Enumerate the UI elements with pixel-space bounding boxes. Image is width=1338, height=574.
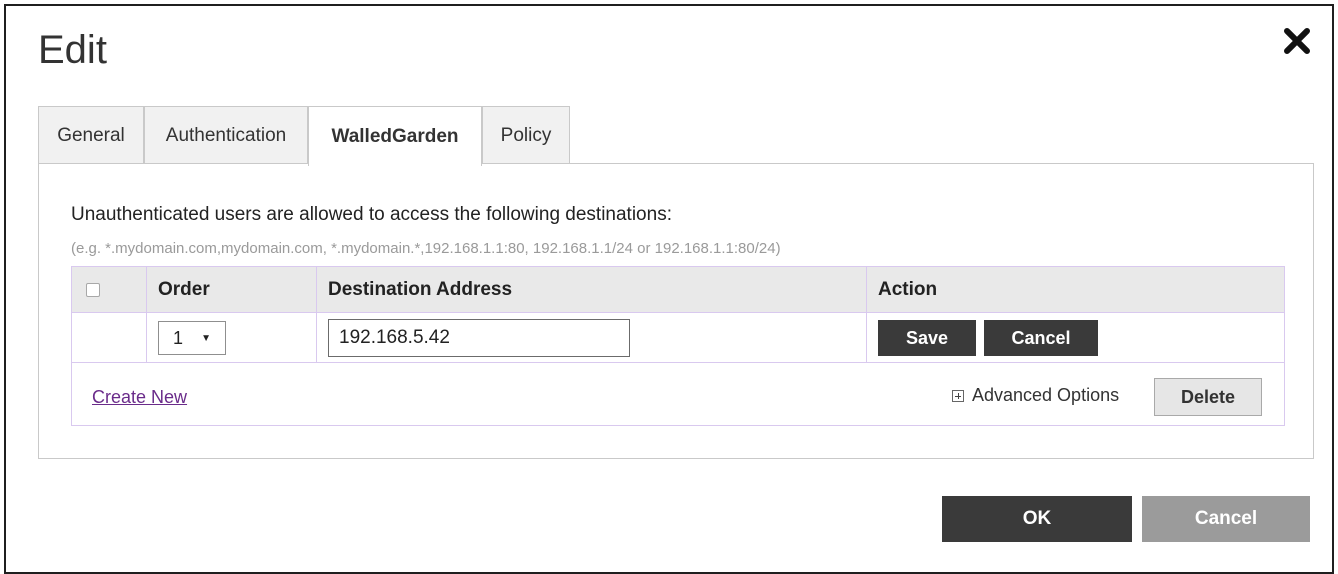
dialog-title: Edit — [38, 28, 107, 72]
create-new-link[interactable]: Create New — [92, 387, 187, 408]
advanced-options-toggle[interactable]: Advanced Options — [952, 385, 1119, 406]
edit-dialog: Edit General Authentication WalledGarden… — [4, 4, 1334, 574]
order-select[interactable]: 1 ▼ — [158, 321, 226, 355]
tab-walledgarden[interactable]: WalledGarden — [308, 106, 482, 166]
ok-button[interactable]: OK — [942, 496, 1132, 542]
row-cancel-button[interactable]: Cancel — [984, 320, 1098, 356]
cancel-button[interactable]: Cancel — [1142, 496, 1310, 542]
action-header: Action — [878, 279, 938, 300]
table-header: Order Destination Address Action — [72, 267, 1284, 313]
delete-button[interactable]: Delete — [1154, 378, 1262, 416]
walledgarden-panel: Unauthenticated users are allowed to acc… — [38, 163, 1314, 459]
example-hint: (e.g. *.mydomain.com,mydomain.com, *.myd… — [71, 240, 781, 257]
table-row: 1 ▼ Save Cancel — [72, 313, 1284, 363]
close-icon[interactable] — [1280, 24, 1314, 58]
column-divider — [866, 267, 867, 363]
row-save-button[interactable]: Save — [878, 320, 976, 356]
tab-policy[interactable]: Policy — [482, 106, 570, 164]
destination-address-input[interactable] — [328, 319, 630, 357]
order-header: Order — [158, 279, 210, 300]
advanced-options-label: Advanced Options — [972, 385, 1120, 405]
tab-authentication[interactable]: Authentication — [144, 106, 308, 164]
order-value: 1 — [173, 327, 184, 348]
chevron-down-icon: ▼ — [201, 333, 211, 344]
expand-plus-icon — [952, 389, 964, 402]
destinations-table: Order Destination Address Action 1 ▼ Sav… — [71, 266, 1285, 426]
column-divider — [146, 267, 147, 363]
tab-general[interactable]: General — [38, 106, 144, 164]
column-divider — [316, 267, 317, 363]
destination-header: Destination Address — [328, 279, 513, 300]
intro-text: Unauthenticated users are allowed to acc… — [71, 204, 672, 225]
select-all-checkbox[interactable] — [86, 283, 100, 297]
